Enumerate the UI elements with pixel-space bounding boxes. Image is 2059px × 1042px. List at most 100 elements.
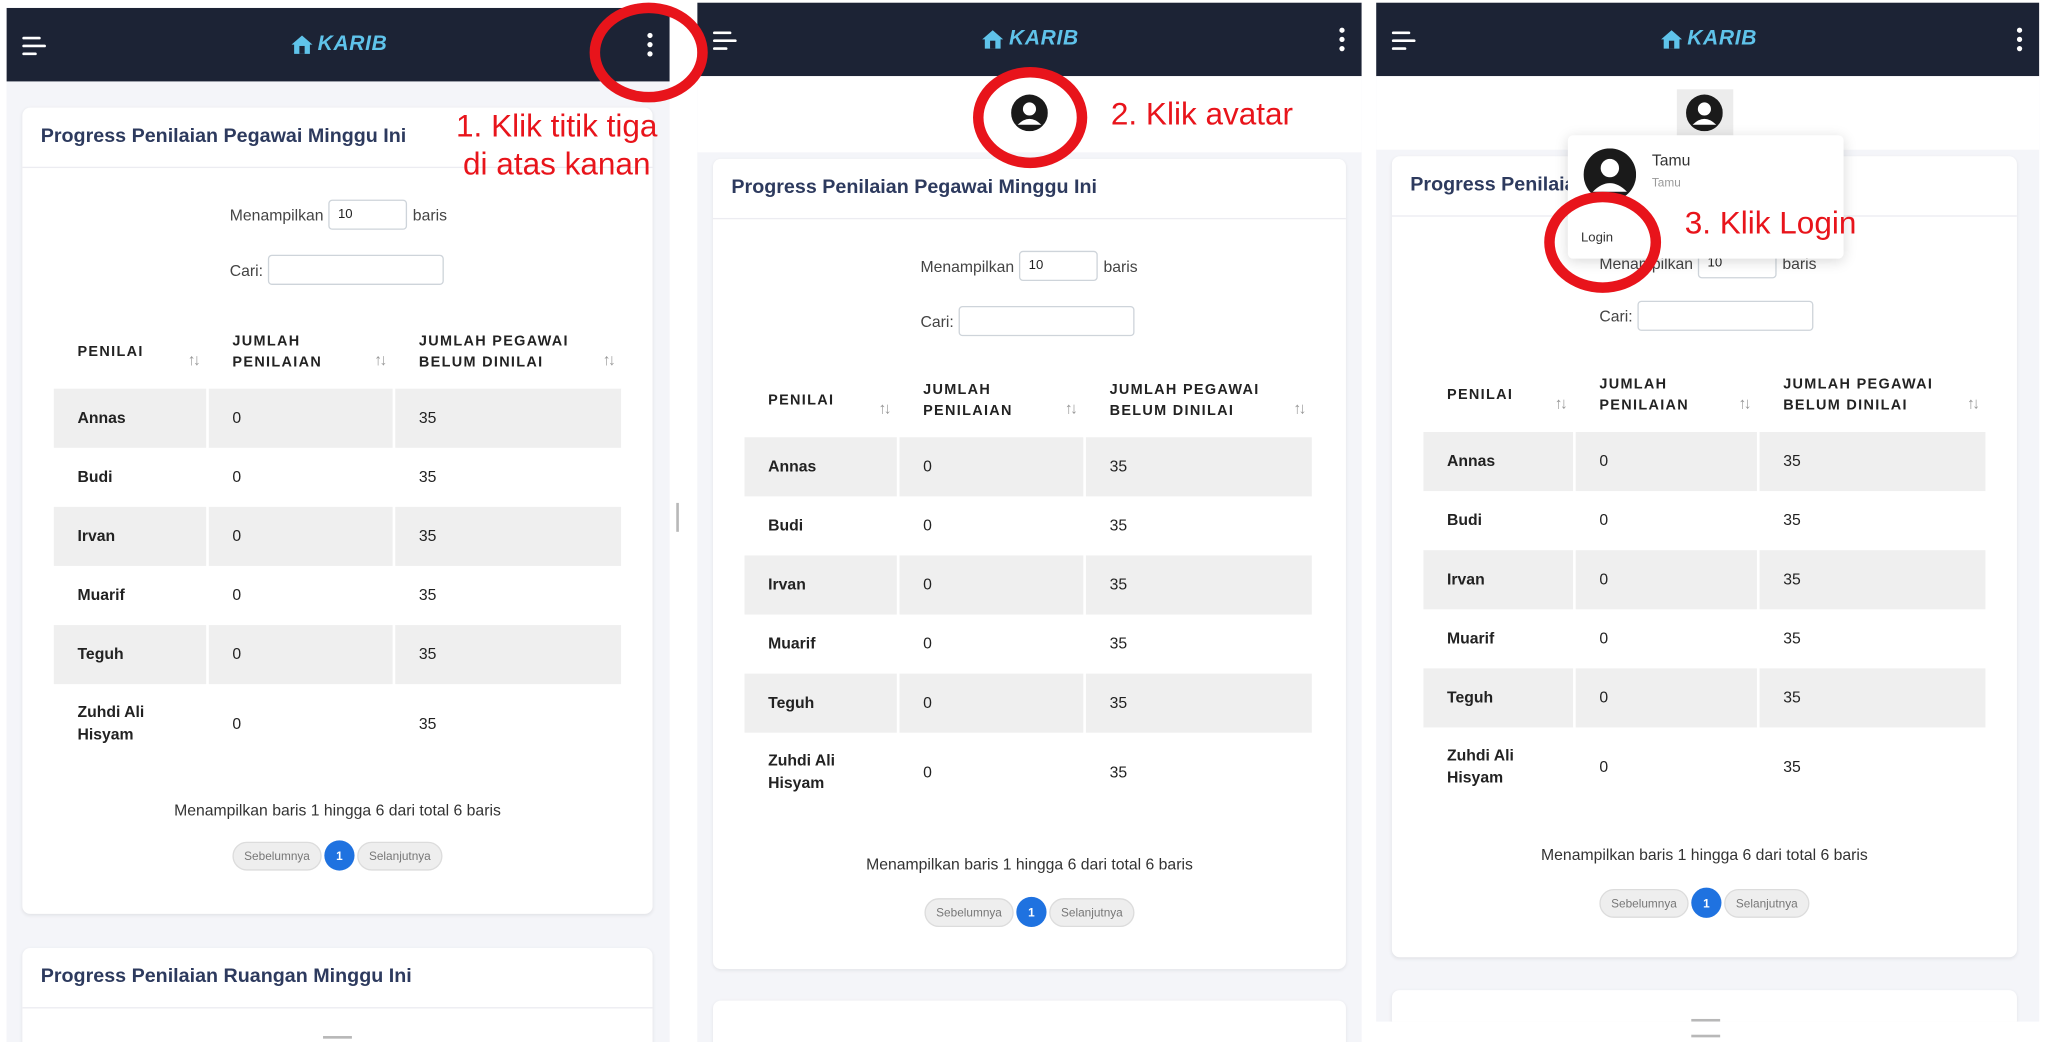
prev-page-button[interactable]: Sebelumnya: [1599, 888, 1689, 918]
brand-logo[interactable]: KARIB: [1658, 28, 1757, 52]
table-header: PENILAI ↑↓ JUMLAH PENILAIAN ↑↓ JUMLAH PEGAW…: [745, 364, 1312, 438]
search-input[interactable]: [959, 305, 1135, 337]
pagination: Sebelumnya 1 Selanjutnya: [22, 840, 652, 871]
table-info: Menampilkan baris 1 hingga 6 dari total …: [1541, 845, 1868, 865]
table-info: Menampilkan baris 1 hingga 6 dari total …: [866, 854, 1193, 874]
table-row: Irvan 0 35: [1423, 550, 1986, 610]
kebab-menu-icon[interactable]: [2016, 27, 2024, 52]
search-control: Cari:: [920, 305, 1135, 337]
scroll-handle[interactable]: [323, 1036, 352, 1039]
data-table: PENILAI ↑↓ JUMLAH PENILAIAN ↑↓ JUMLAH PEGAW…: [1421, 358, 1988, 806]
page-length-suffix: baris: [1103, 256, 1138, 276]
pagination: Sebelumnya 1 Selanjutnya: [1392, 887, 2017, 918]
top-navbar: KARIB: [1376, 2, 2040, 77]
table-row: Annas 0 35: [1423, 432, 1986, 492]
top-navbar: KARIB: [6, 7, 670, 82]
col-header-penilai[interactable]: PENILAI ↑↓: [1423, 358, 1573, 432]
table-row: Irvan 0 35: [744, 555, 1312, 615]
brand-name: KARIB: [1687, 27, 1758, 50]
data-table: PENILAI ↑↓ JUMLAH PENILAIAN ↑↓ JUMLAH PEGAW…: [742, 364, 1315, 812]
data-table: PENILAI ↑↓ JUMLAH PENILAIAN ↑↓ JUMLAH PEGAW…: [51, 315, 624, 763]
table-row: Budi 0 35: [1447, 510, 1801, 530]
col-header-belum-dinilai[interactable]: JUMLAH PEGAWAI BELUM DINILAI ↑↓: [395, 315, 621, 389]
col-header-penilai[interactable]: PENILAI ↑↓: [745, 364, 897, 438]
sort-arrows-icon: ↑↓: [1064, 399, 1078, 418]
col-header-penilai[interactable]: PENILAI ↑↓: [54, 315, 206, 389]
next-page-button[interactable]: Selanjutnya: [1049, 897, 1135, 927]
brand-name: KARIB: [1008, 27, 1079, 50]
table-row: Muarif 0 35: [77, 585, 437, 605]
annotation-step-2: 2. Klik avatar: [1110, 97, 1294, 133]
search-input[interactable]: [1637, 300, 1814, 331]
sort-arrows-icon: ↑↓: [1967, 393, 1980, 413]
annotation-circle-avatar: [973, 66, 1088, 169]
pagination: Sebelumnya 1 Selanjutnya: [713, 896, 1346, 928]
prev-page-button[interactable]: Sebelumnya: [232, 841, 322, 870]
panel-step-3: KARIB Progress Penilaian Pegawai Minggu …: [1376, 2, 2040, 1022]
brand-logo[interactable]: KARIB: [980, 28, 1079, 52]
current-page-button[interactable]: 1: [324, 840, 355, 871]
hamburger-menu-icon[interactable]: [713, 31, 739, 50]
page-length-input[interactable]: [1019, 250, 1099, 282]
scroll-handle[interactable]: [1691, 1018, 1721, 1022]
table-row: Zuhdi Ali Hisyam 0 35: [77, 702, 437, 744]
tutorial-composite: KARIB Progress Penilaian Pegawai Minggu …: [0, 0, 2059, 1042]
card-progress-pegawai: Progress Penilaian Pegawai Minggu Ini Me…: [713, 158, 1346, 970]
page-length-input[interactable]: [328, 199, 408, 230]
brand-house-icon: [1660, 30, 1682, 49]
annotation-circle-kebab: [589, 2, 708, 103]
sort-arrows-icon: ↑↓: [1554, 393, 1568, 413]
search-control: Cari:: [230, 254, 445, 285]
search-input[interactable]: [268, 254, 445, 285]
table-row: Annas 0 35: [744, 437, 1312, 497]
table-row: Teguh 0 35: [1423, 668, 1986, 728]
prev-page-button[interactable]: Sebelumnya: [924, 897, 1014, 927]
current-page-button[interactable]: 1: [1691, 887, 1722, 918]
sort-arrows-icon: ↑↓: [1293, 399, 1306, 418]
sort-arrows-icon: ↑↓: [374, 350, 387, 369]
user-avatar-icon[interactable]: [1686, 94, 1723, 132]
table-header: PENILAI ↑↓ JUMLAH PENILAIAN ↑↓ JUMLAH PEGAW…: [1423, 358, 1985, 432]
col-header-belum-dinilai[interactable]: JUMLAH PEGAWAI BELUM DINILAI ↑↓: [1760, 358, 1986, 432]
card-progress-pegawai: Progress Penilaian Pegawai Minggu Ini Me…: [1391, 156, 2017, 958]
dropdown-user-role: Tamu: [1651, 175, 1681, 190]
sort-arrows-icon: ↑↓: [602, 350, 616, 369]
kebab-menu-icon[interactable]: [1338, 27, 1346, 52]
table-row: Annas 0 35: [53, 388, 622, 448]
card-next: [713, 1000, 1346, 1042]
search-label: Cari:: [920, 311, 954, 331]
col-header-belum-dinilai[interactable]: JUMLAH PEGAWAI BELUM DINILAI ↑↓: [1086, 364, 1312, 438]
hamburger-menu-icon[interactable]: [1391, 31, 1418, 50]
current-page-button[interactable]: 1: [1016, 896, 1047, 928]
brand-house-icon: [291, 35, 313, 54]
search-label: Cari:: [1599, 306, 1633, 325]
brand-logo[interactable]: KARIB: [289, 33, 388, 57]
panel-divider-handle: [676, 502, 679, 532]
table-row: Zuhdi Ali Hisyam 0 35: [768, 751, 1128, 792]
annotation-circle-login: [1544, 191, 1662, 293]
page-bottom-handle: [1691, 1034, 1721, 1038]
col-header-jumlah-penilaian[interactable]: JUMLAH PENILAIAN ↑↓: [899, 364, 1083, 438]
dropdown-user-name: Tamu: [1651, 151, 1691, 170]
page-length-control: Menampilkan baris: [920, 250, 1138, 282]
sort-arrows-icon: ↑↓: [187, 350, 201, 369]
search-control: Cari:: [1599, 300, 1814, 331]
col-header-jumlah-penilaian[interactable]: JUMLAH PENILAIAN ↑↓: [209, 315, 393, 389]
brand-house-icon: [982, 30, 1004, 49]
card-progress-pegawai: Progress Penilaian Pegawai Minggu Ini Me…: [22, 107, 653, 914]
table-row: Teguh 0 35: [744, 673, 1312, 733]
card-title: Progress Penilaian Ruangan Minggu Ini: [22, 948, 653, 1009]
page-length-label: Menampilkan: [229, 205, 324, 224]
col-header-jumlah-penilaian[interactable]: JUMLAH PENILAIAN ↑↓: [1576, 358, 1757, 432]
table-row: Zuhdi Ali Hisyam 0 35: [1447, 745, 1801, 787]
table-row: Budi 0 35: [768, 516, 1128, 535]
card-next: [1391, 990, 2017, 1022]
hamburger-menu-icon[interactable]: [22, 36, 48, 56]
table-header: PENILAI ↑↓ JUMLAH PENILAIAN ↑↓ JUMLAH PEGAW…: [54, 315, 621, 389]
next-page-button[interactable]: Selanjutnya: [1724, 888, 1810, 918]
page-length-label: Menampilkan: [920, 256, 1015, 276]
table-row: Teguh 0 35: [53, 625, 622, 685]
next-page-button[interactable]: Selanjutnya: [357, 841, 443, 870]
top-navbar: KARIB: [697, 2, 1362, 77]
brand-name: KARIB: [317, 32, 388, 56]
